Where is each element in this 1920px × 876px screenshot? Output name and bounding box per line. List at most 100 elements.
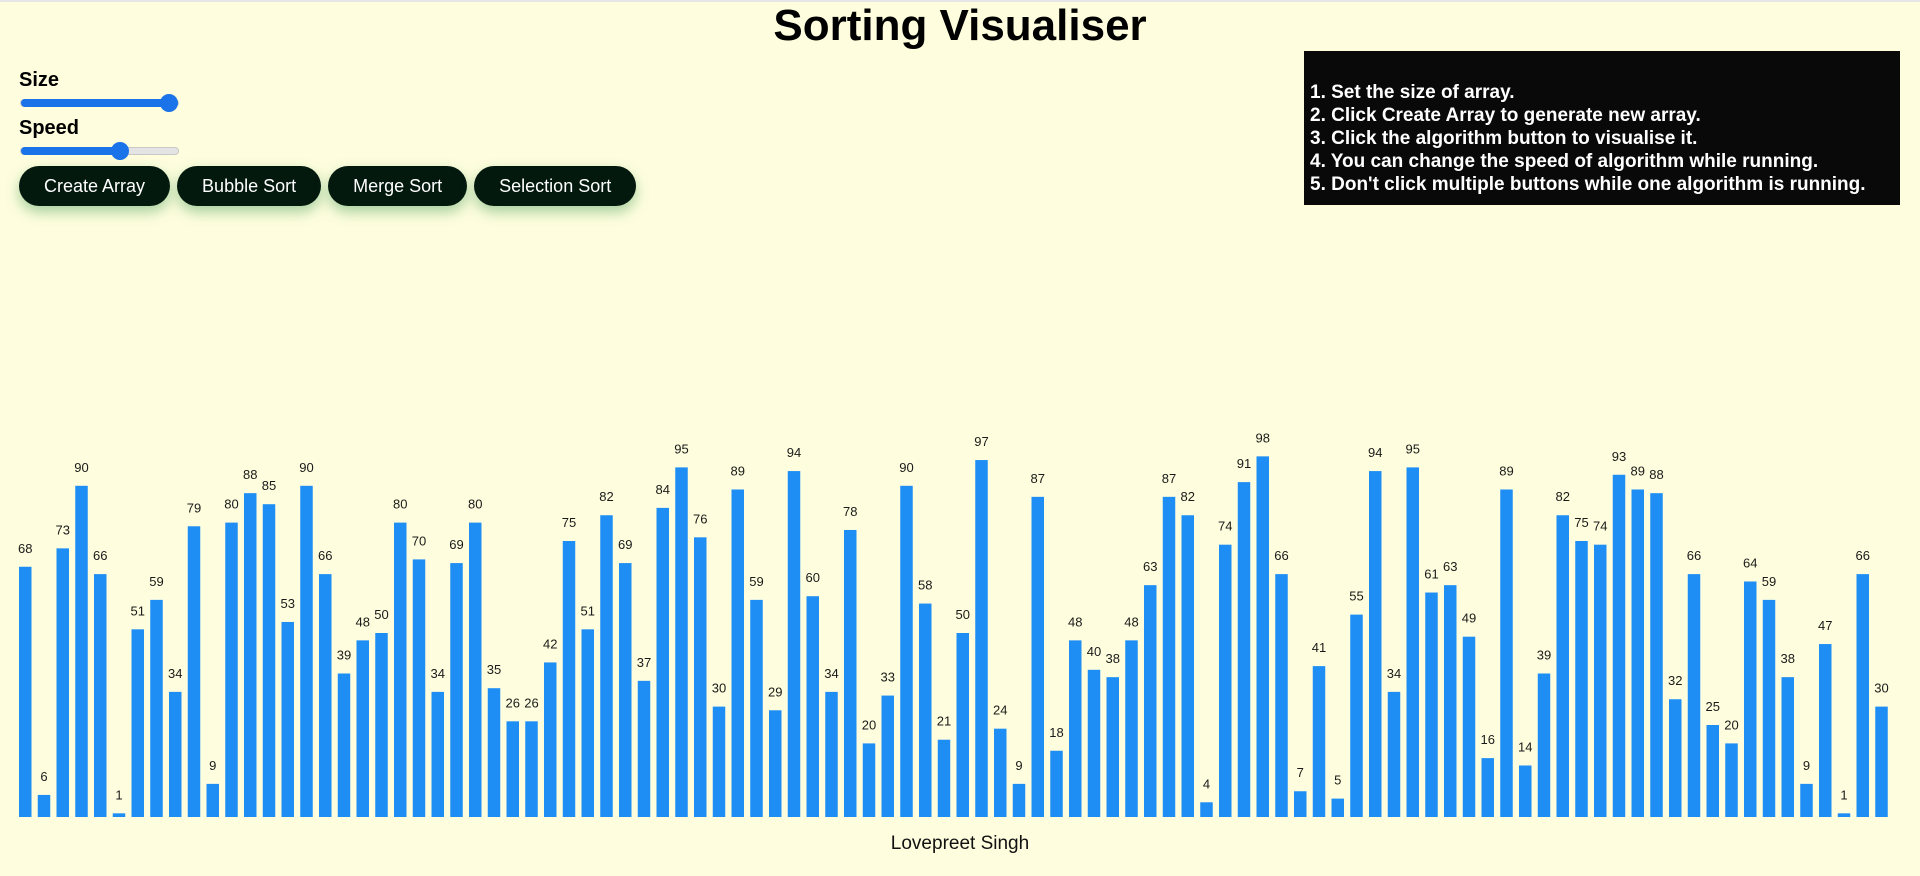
bar-value-label: 76	[693, 511, 707, 526]
array-bar	[56, 548, 69, 817]
array-bar	[1537, 673, 1551, 817]
bar-value-label: 66	[1687, 548, 1701, 563]
bar-value-label: 34	[824, 666, 838, 681]
bar-value-label: 69	[618, 537, 632, 552]
array-bar	[1687, 574, 1701, 817]
array-bar	[694, 537, 707, 817]
array-bar	[1594, 544, 1607, 817]
footer-author: Lovepreet Singh	[890, 833, 1030, 854]
bar-value-label: 91	[1237, 456, 1251, 471]
array-bar	[1012, 783, 1026, 817]
array-bar	[187, 526, 201, 817]
bar-value-label: 82	[599, 489, 613, 504]
array-bar	[600, 515, 613, 817]
array-bar	[956, 633, 969, 817]
array-bar	[1556, 515, 1569, 817]
array-bar	[1631, 489, 1644, 817]
array-bar	[1462, 636, 1476, 817]
bar-value-label: 1	[1840, 787, 1847, 802]
bar-value-label: 60	[806, 570, 820, 585]
bar-value-label: 18	[1049, 725, 1063, 740]
array-bar	[169, 691, 182, 817]
array-bar	[862, 743, 876, 817]
array-bar	[1331, 798, 1344, 817]
bar-value-label: 88	[243, 467, 257, 482]
array-bar	[356, 640, 369, 817]
bar-value-label: 34	[1387, 666, 1401, 681]
array-bar	[1256, 456, 1269, 817]
array-bar	[1781, 677, 1794, 817]
bar-value-label: 80	[468, 497, 482, 512]
bar-value-label: 90	[299, 460, 313, 475]
bar-value-label: 30	[712, 681, 726, 696]
array-bar	[262, 504, 276, 817]
array-bar	[769, 710, 782, 817]
bar-value-label: 50	[374, 607, 388, 622]
array-bar	[1425, 592, 1438, 817]
array-bar	[431, 691, 444, 817]
array-bar	[469, 522, 482, 817]
bar-value-label: 89	[1631, 463, 1645, 478]
array-bar	[1519, 765, 1532, 817]
bar-value-label: 39	[337, 647, 351, 662]
bar-value-label: 9	[1803, 758, 1810, 773]
array-bar	[994, 728, 1007, 817]
bar-value-label: 48	[356, 614, 370, 629]
array-bar	[1856, 574, 1869, 817]
bar-value-label: 55	[1349, 589, 1363, 604]
array-bar	[656, 507, 669, 817]
array-bar	[1125, 640, 1138, 817]
array-bar	[487, 688, 501, 817]
array-bar	[937, 739, 951, 817]
array-bar	[1406, 467, 1419, 817]
array-bar	[1444, 585, 1457, 817]
array-bar	[75, 485, 88, 817]
bar-value-label: 34	[168, 666, 182, 681]
bar-value-label: 9	[209, 758, 216, 773]
array-bar	[787, 471, 801, 817]
array-bars-chart: 68673906615159347998088855390663948 50807…	[18, 430, 1889, 817]
bar-value-label: 97	[974, 434, 988, 449]
bar-value-label: 7	[1297, 765, 1304, 780]
array-bar	[131, 629, 144, 817]
array-bar	[1762, 599, 1776, 817]
bar-value-label: 94	[787, 445, 801, 460]
bar-value-label: 68	[18, 541, 32, 556]
bar-value-label: 33	[881, 670, 895, 685]
array-bar	[1237, 482, 1251, 817]
bar-value-label: 40	[1087, 644, 1101, 659]
array-bar	[300, 485, 313, 817]
array-bar	[394, 522, 407, 817]
bar-value-label: 4	[1203, 776, 1210, 791]
bar-value-label: 9	[1015, 758, 1022, 773]
bar-value-label: 16	[1481, 732, 1495, 747]
bar-value-label: 26	[524, 695, 538, 710]
array-bar	[1650, 493, 1663, 817]
bar-value-label: 93	[1612, 449, 1626, 464]
bar-value-label: 94	[1368, 445, 1382, 460]
bar-value-label: 25	[1706, 699, 1720, 714]
array-bar	[1369, 471, 1382, 817]
array-bar	[1350, 614, 1363, 817]
array-bar	[1669, 699, 1682, 817]
array-bar	[712, 706, 726, 817]
bar-value-label: 63	[1143, 559, 1157, 574]
bar-value-label: 61	[1424, 567, 1438, 582]
array-bar	[1706, 725, 1719, 817]
bar-value-label: 34	[431, 666, 445, 681]
bar-value-label: 84	[656, 482, 670, 497]
array-bar	[844, 529, 857, 817]
bar-value-label: 75	[562, 515, 576, 530]
array-bar	[337, 673, 351, 817]
array-bar	[206, 783, 219, 817]
bar-value-label: 87	[1031, 471, 1045, 486]
bar-value-label: 89	[1499, 463, 1513, 478]
bar-value-label: 82	[1181, 489, 1195, 504]
bar-value-label: 80	[393, 497, 407, 512]
array-bar	[525, 721, 538, 817]
bar-value-label: 78	[843, 504, 857, 519]
array-bar	[1050, 750, 1063, 817]
bar-value-label: 79	[187, 500, 201, 515]
bar-value-label: 85	[262, 478, 276, 493]
bar-value-label: 20	[862, 717, 876, 732]
